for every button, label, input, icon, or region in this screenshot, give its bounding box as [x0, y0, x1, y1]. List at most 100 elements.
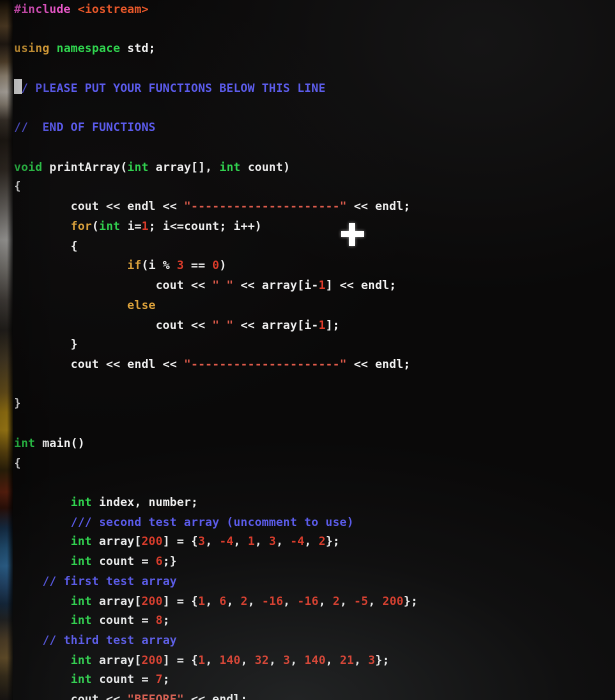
code-token: ,	[354, 652, 369, 667]
code-line[interactable]	[0, 473, 615, 493]
code-token: #include	[14, 2, 78, 16]
text-caret	[14, 79, 22, 94]
code-token: printArray(	[49, 159, 128, 174]
code-token: int	[70, 672, 99, 687]
code-token: ;	[162, 613, 170, 628]
code-line[interactable]: else	[0, 296, 615, 316]
code-token: array[	[98, 534, 142, 549]
code-token: << array[i-	[233, 317, 319, 332]
code-token: cout <<	[14, 692, 128, 700]
code-token: else	[127, 297, 156, 312]
code-token: cout <<	[14, 278, 213, 293]
code-line[interactable]: // third test array	[0, 631, 615, 651]
code-line[interactable]: int index, number;	[0, 493, 615, 513]
code-line[interactable]: // END OF FUNCTIONS	[0, 118, 615, 138]
code-line[interactable]: int array[200] = {1, 140, 32, 3, 140, 21…	[0, 651, 615, 671]
code-token: };	[403, 593, 418, 608]
code-token: ,	[290, 652, 305, 667]
code-line[interactable]: using namespace std;	[0, 39, 615, 59]
code-line[interactable]: {	[0, 177, 615, 197]
code-token: << endl;	[346, 199, 411, 214]
code-token: cout << endl <<	[14, 356, 184, 371]
code-token: // END OF FUNCTIONS	[14, 120, 156, 135]
code-line[interactable]	[0, 375, 615, 395]
code-line[interactable]: cout << endl << "---------------------" …	[0, 197, 615, 217]
code-line[interactable]: int main()	[0, 434, 615, 454]
code-line[interactable]: cout << endl << "---------------------" …	[0, 355, 615, 375]
code-token: array[],	[155, 159, 220, 174]
code-token: << array[i-	[233, 278, 319, 293]
code-line[interactable]: void printArray(int array[], int count)	[0, 158, 615, 178]
code-token: int	[98, 218, 128, 233]
code-line[interactable]: {	[0, 454, 615, 474]
code-line[interactable]: }	[0, 394, 615, 414]
code-line[interactable]: /// second test array (uncomment to use)	[0, 513, 615, 533]
code-token: -4	[290, 534, 305, 549]
code-token: (	[91, 218, 99, 233]
code-token: ,	[205, 534, 220, 549]
code-line[interactable]: cout << "BEFORE" << endl;	[0, 690, 615, 700]
code-token: }	[14, 337, 78, 352]
code-token: {	[14, 238, 78, 253]
code-line[interactable]	[0, 414, 615, 434]
code-token: array[	[98, 593, 142, 608]
code-line[interactable]: int count = 6;}	[0, 552, 615, 572]
code-token: ; i<=count; i++)	[148, 218, 262, 233]
code-line[interactable]: int count = 7;	[0, 670, 615, 690]
code-line[interactable]	[0, 138, 615, 158]
code-token: 21	[339, 652, 354, 667]
code-text-area[interactable]: #include <iostream> using namespace std;…	[0, 0, 615, 700]
code-line[interactable]	[0, 59, 615, 79]
code-line[interactable]: int array[200] = {3, -4, 1, 3, -4, 2};	[0, 532, 615, 552]
code-token: 6	[155, 554, 163, 569]
code-token: 1	[318, 317, 326, 332]
code-token: ] << endl;	[325, 278, 397, 293]
code-token: ,	[339, 593, 355, 608]
code-token: }	[14, 396, 22, 411]
code-token: ,	[325, 652, 340, 667]
code-token: -4	[219, 534, 234, 549]
code-token: 140	[219, 652, 241, 667]
code-token: int	[219, 159, 248, 174]
code-token: using	[14, 41, 57, 56]
code-token: {	[14, 455, 22, 470]
code-token: 2	[332, 593, 340, 608]
code-line[interactable]	[0, 20, 615, 40]
code-line[interactable]: #include <iostream>	[0, 0, 615, 20]
code-line[interactable]: }	[0, 335, 615, 355]
code-line[interactable]: for(int i=1; i<=count; i++)	[0, 217, 615, 237]
code-token: for	[70, 218, 92, 233]
code-line[interactable]: // first test array	[0, 572, 615, 592]
code-line[interactable]: cout << " " << array[i-1] << endl;	[0, 276, 615, 296]
code-line[interactable]: {	[0, 237, 615, 257]
code-token: count)	[247, 159, 291, 174]
code-token: " "	[212, 317, 234, 332]
code-token: 1	[141, 218, 149, 233]
code-line[interactable]: cout << " " << array[i-1];	[0, 316, 615, 336]
code-line[interactable]: int array[200] = {1, 6, 2, -16, -16, 2, …	[0, 592, 615, 612]
monitor-bezel-reflection	[0, 0, 13, 700]
code-line[interactable]: // PLEASE PUT YOUR FUNCTIONS BELOW THIS …	[0, 79, 615, 99]
code-line[interactable]: int count = 8;	[0, 611, 615, 631]
code-line[interactable]	[0, 99, 615, 119]
code-token: ,	[368, 593, 383, 608]
code-token: {	[14, 179, 22, 194]
code-token: 32	[254, 652, 269, 667]
code-token: ] = {	[162, 534, 199, 549]
code-token: 7	[155, 672, 163, 687]
code-line[interactable]: if(i % 3 == 0)	[0, 256, 615, 276]
code-token: 140	[304, 652, 326, 667]
code-token: 3	[268, 534, 277, 549]
code-token: ,	[276, 534, 291, 549]
code-token: <iostream>	[77, 2, 149, 16]
code-token: 1	[318, 278, 326, 293]
code-token: ,	[283, 593, 298, 608]
code-token: cout << endl <<	[14, 199, 184, 214]
code-token: -5	[354, 593, 369, 608]
